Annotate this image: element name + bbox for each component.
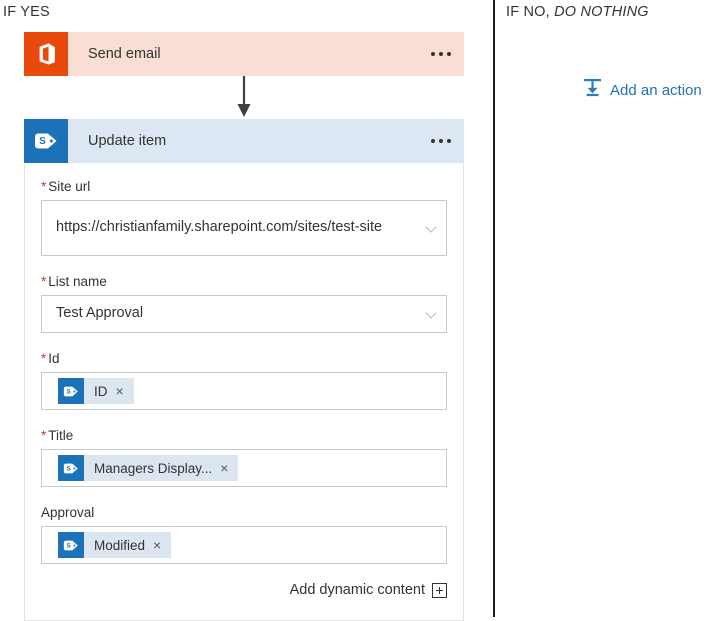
if-yes-label: IF YES (3, 4, 50, 20)
svg-text:S: S (67, 465, 72, 472)
add-dynamic-content-label: Add dynamic content (289, 582, 425, 598)
list-name-value: Test Approval (56, 305, 144, 322)
if-yes-branch-panel: IF YES Send email S Update item * Site u… (0, 0, 493, 621)
svg-text:S: S (67, 542, 72, 549)
token-label: Managers Display... (94, 460, 213, 476)
if-no-label-prefix: IF NO, (506, 4, 555, 20)
menu-dot (447, 52, 451, 56)
token-label: ID (94, 383, 108, 399)
connector-down-arrow-icon (236, 76, 252, 118)
field-label-id: * Id (41, 351, 60, 366)
required-indicator: * (41, 179, 47, 194)
send-email-overflow-menu-button[interactable] (418, 32, 464, 76)
token-remove-icon[interactable]: × (116, 384, 134, 398)
token-remove-icon[interactable]: × (153, 538, 171, 552)
update-item-card-header[interactable]: S Update item (24, 119, 464, 163)
add-an-action-button[interactable]: Add an action (583, 78, 702, 102)
send-email-title: Send email (88, 46, 161, 62)
insert-action-icon (583, 78, 602, 102)
update-item-title: Update item (88, 133, 167, 149)
add-dynamic-content-button[interactable]: Add dynamic content (41, 582, 447, 598)
add-an-action-label: Add an action (610, 81, 702, 99)
menu-dot (447, 139, 451, 143)
field-label-list-name: * List name (41, 274, 107, 289)
if-no-label: IF NO, DO NOTHING (506, 4, 649, 20)
required-indicator: * (41, 428, 47, 443)
chevron-down-icon (427, 309, 436, 318)
svg-text:S: S (39, 136, 46, 147)
menu-dot (439, 52, 443, 56)
field-label-title: * Title (41, 428, 74, 443)
field-title: * Title S Managers Display... × (41, 428, 447, 487)
sharepoint-icon: S (58, 532, 84, 558)
required-indicator: * (41, 274, 47, 289)
token-label: Modified (94, 537, 146, 553)
field-site-url: * Site url https://christianfamily.sharep… (41, 179, 447, 256)
menu-dot (439, 139, 443, 143)
site-url-value: https://christianfamily.sharepoint.com/s… (56, 219, 383, 236)
sharepoint-icon: S (24, 119, 68, 163)
send-email-card-header[interactable]: Send email (24, 32, 464, 76)
office-icon (24, 32, 68, 76)
update-item-overflow-menu-button[interactable] (418, 119, 464, 163)
list-name-input[interactable]: Test Approval (41, 295, 447, 333)
menu-dot (431, 139, 435, 143)
token-remove-icon[interactable]: × (220, 461, 238, 475)
field-approval: Approval S Modified × (41, 505, 447, 564)
dynamic-content-token[interactable]: S Modified × (58, 532, 172, 558)
svg-text:S: S (67, 388, 72, 395)
field-label-approval: Approval (41, 505, 95, 520)
action-card-update-item[interactable]: S Update item * Site url https://christia… (24, 119, 464, 621)
action-card-send-email[interactable]: Send email (24, 32, 464, 76)
update-item-form: * Site url https://christianfamily.sharep… (24, 163, 464, 621)
approval-input[interactable]: S Modified × (41, 526, 447, 564)
sharepoint-icon: S (58, 378, 84, 404)
field-label-site-url: * Site url (41, 179, 91, 194)
sharepoint-icon: S (58, 455, 84, 481)
dynamic-content-token[interactable]: S Managers Display... × (58, 455, 239, 481)
if-no-branch-panel: IF NO, DO NOTHING Add an action (495, 0, 724, 617)
if-no-label-emphasis: DO NOTHING (554, 4, 649, 20)
id-input[interactable]: S ID × (41, 372, 447, 410)
required-indicator: * (41, 351, 47, 366)
plus-icon (432, 582, 447, 598)
chevron-down-icon (427, 223, 436, 232)
site-url-input[interactable]: https://christianfamily.sharepoint.com/s… (41, 200, 447, 256)
field-list-name: * List name Test Approval (41, 274, 447, 333)
title-input[interactable]: S Managers Display... × (41, 449, 447, 487)
field-id: * Id S ID × (41, 351, 447, 410)
dynamic-content-token[interactable]: S ID × (58, 378, 134, 404)
menu-dot (431, 52, 435, 56)
